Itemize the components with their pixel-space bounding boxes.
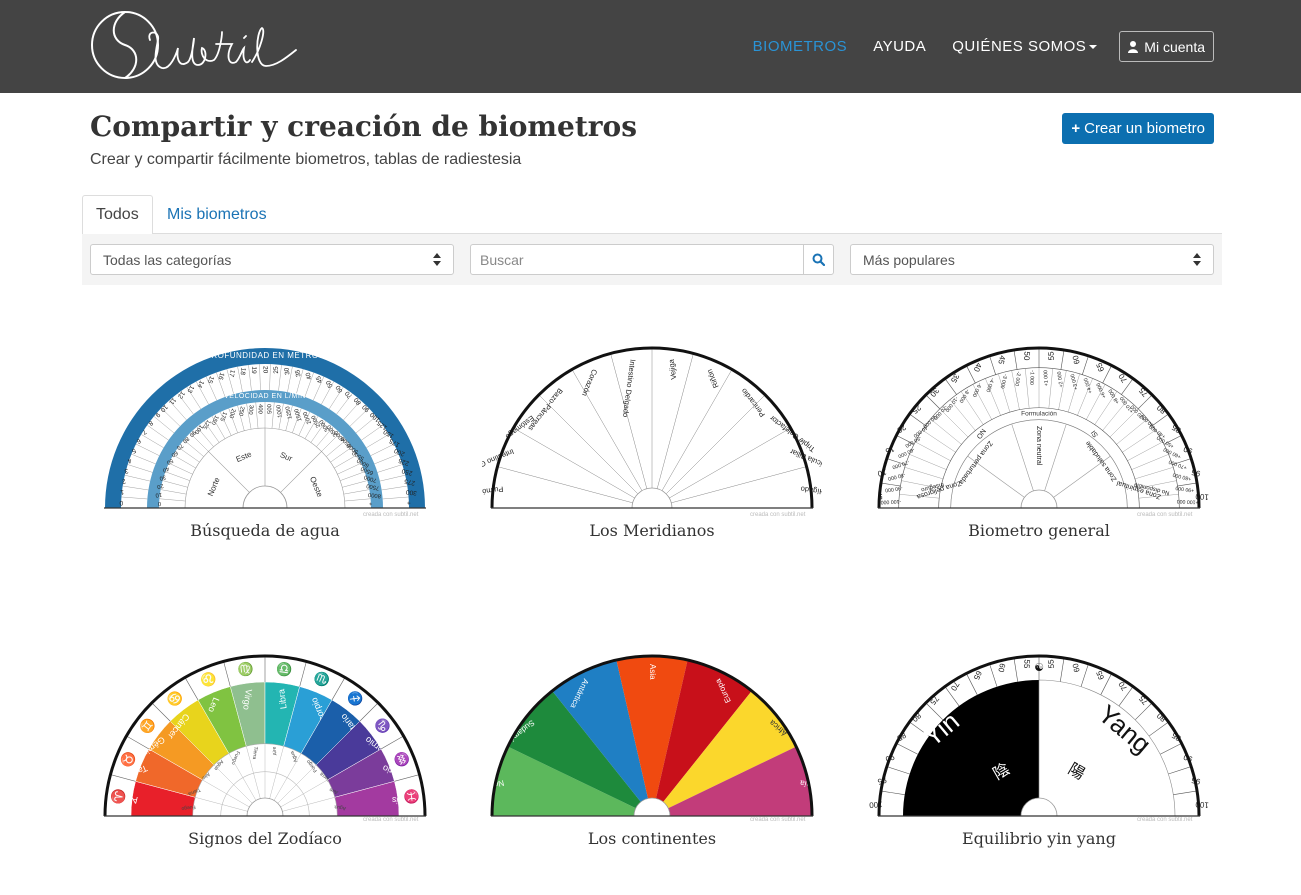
- card-title: Equilibrio yin yang: [962, 829, 1116, 848]
- outer-number: 50: [1022, 351, 1032, 361]
- depth-tick-label: 0: [119, 499, 123, 506]
- speed-tick-label: 0: [158, 500, 161, 506]
- nav-link-biometros[interactable]: Biometros: [753, 38, 848, 55]
- tab-mis-biometros[interactable]: Mis biometros: [154, 195, 280, 234]
- credit-label: creada con subtil.net: [750, 817, 806, 823]
- credit-label: creada con subtil.net: [363, 817, 419, 823]
- speed-tick-label: 10: [155, 491, 162, 498]
- logo[interactable]: [90, 10, 300, 82]
- depth-tick-label: 20: [261, 366, 268, 374]
- biometro-card-equilibrio-yin-yang[interactable]: 100 95 90 85 80 75 70 65 60 55 55 60 65 70 75 80 85 90 95 1…: [869, 648, 1209, 888]
- category-select-value: Todas las categorías: [103, 251, 232, 268]
- caret-down-icon: [1089, 45, 1098, 50]
- yin-yang-icon: ☯: [1034, 661, 1044, 674]
- zone-label: Zona neutral: [1035, 426, 1042, 466]
- depth-tick-label: 19: [250, 366, 258, 374]
- chart-los-meridianos: PulmónIntestino GruesoEstómagoBazo-Páncr…: [482, 346, 822, 509]
- biometro-card-los-continentes[interactable]: Norteamérica Sudamérica Antártica Asia Europ…: [482, 648, 822, 888]
- chart-equilibrio-yin-yang: 1009590858075706560 55 55 60657075808590951…: [869, 654, 1209, 817]
- continent-label: Asia: [648, 664, 657, 680]
- chart-los-continentes: NorteaméricaSudaméricaAntárticaAsiaEurop…: [482, 654, 822, 817]
- nav-links: Biometros Ayuda Quiénes somos Mi cuenta: [727, 31, 1214, 62]
- account-button[interactable]: Mi cuenta: [1119, 31, 1214, 62]
- chart-biometro-general: 51015202530354045 50 55 6065707580859095100…: [876, 346, 1209, 509]
- inner-number: -100 000: [880, 498, 901, 505]
- page-subtitle: Crear y compartir fácilmente biometros, …: [90, 151, 522, 168]
- credit-label: creada con subtil.net: [1137, 512, 1193, 518]
- inner-band-label: VELOCIDAD EN L/MIN: [224, 393, 306, 400]
- zodiac-element-label: Aire: [271, 746, 278, 756]
- zodiac-symbol-icon: ♎: [275, 661, 293, 678]
- select-arrows-icon: [1193, 253, 1201, 267]
- tab-bar: Todos Mis biometros: [82, 195, 1222, 235]
- nav-link-quienes-somos[interactable]: Quiénes somos: [952, 38, 1098, 55]
- card-title: Búsqueda de agua: [190, 521, 340, 540]
- biometro-card-biometro-general[interactable]: 5 10 15 20 25 30 35 40 45 50 55 60 65 70 75 80 85 90 95 100…: [869, 340, 1209, 580]
- depth-tick-label: 18: [238, 367, 246, 376]
- chart-busqueda-de-agua: 01234567891011121314 15 16 17 18 19 20 25 30 35 40…: [104, 348, 426, 509]
- speed-tick-label: 400: [257, 404, 263, 414]
- search-input[interactable]: [470, 244, 804, 275]
- outer-band-label: PROFUNDIDAD EN METROS: [206, 351, 325, 360]
- scale-number: 55: [1022, 659, 1032, 669]
- zodiac-symbol-icon: ♓: [403, 788, 420, 806]
- credit-label: creada con subtil.net: [1137, 817, 1193, 823]
- create-biometro-button[interactable]: + Crear un biometro: [1062, 113, 1214, 144]
- nav-link-ayuda[interactable]: Ayuda: [873, 38, 926, 55]
- tab-todos[interactable]: Todos: [82, 195, 153, 235]
- chart-signos-del-zodiaco: Aries♈FuegoTauro♉TierraGéminis♊AireCánce…: [103, 654, 427, 817]
- search-group: [470, 244, 834, 275]
- zodiac-symbol-icon: ♈: [110, 788, 127, 806]
- user-icon: [1128, 40, 1139, 53]
- navbar: Biometros Ayuda Quiénes somos Mi cuenta: [0, 0, 1301, 93]
- plus-icon: +: [1071, 120, 1081, 137]
- zodiac-symbol-icon: ♍: [237, 661, 255, 678]
- create-biometro-label: Crear un biometro: [1084, 120, 1205, 137]
- card-title: Los continentes: [587, 829, 717, 848]
- select-arrows-icon: [433, 253, 441, 267]
- logo-mark: [91, 11, 297, 79]
- credit-label: creada con subtil.net: [363, 512, 419, 518]
- category-select[interactable]: Todas las categorías: [90, 244, 454, 275]
- yang-half: [1038, 679, 1176, 817]
- outer-number: 55: [1046, 351, 1056, 361]
- card-title: Biometro general: [968, 521, 1110, 540]
- search-button[interactable]: [803, 244, 834, 275]
- depth-tick-label: 30: [283, 367, 291, 376]
- inner-number: -1 000: [1028, 370, 1035, 385]
- depth-tick-label: 300: [405, 488, 417, 496]
- page-title: Compartir y creación de biometros: [90, 110, 637, 143]
- yin-half: [903, 680, 1039, 816]
- credit-label: creada con subtil.net: [750, 512, 806, 518]
- search-icon: [812, 253, 825, 266]
- sort-select-value: Más populares: [863, 251, 955, 268]
- inner-number: +1 000: [1043, 370, 1050, 386]
- sort-select[interactable]: Más populares: [850, 244, 1214, 275]
- depth-tick-label: 25: [273, 366, 281, 374]
- inner-number: +100 000: [1177, 498, 1199, 505]
- scale-number: 55: [1046, 659, 1056, 669]
- depth-tick-label: +: [407, 499, 411, 506]
- biometro-card-signos-del-zodiaco[interactable]: Aries ♈ Fuego Tauro ♉ Tierra Géminis ♊ Aire Cánce…: [95, 648, 435, 888]
- account-label: Mi cuenta: [1144, 38, 1205, 55]
- speed-tick-label: 500: [267, 404, 273, 414]
- band-label: Formulación: [1021, 411, 1057, 418]
- card-title: Los Meridianos: [589, 521, 715, 540]
- nav-link-quienes-somos-label: Quiénes somos: [952, 38, 1087, 55]
- biometro-card-los-meridianos[interactable]: Pulmón Intestino Grueso Estómago Bazo-Páncr…: [482, 340, 822, 580]
- filter-bar: Todas las categorías Más populares: [82, 234, 1222, 285]
- biometro-card-busqueda-de-agua[interactable]: 0 1 2 3 4 5 6 7 8 9 10 11 12 13 14 15 16 17 18 19 20 25 30 35 40…: [95, 340, 435, 580]
- scale-number: 100: [1195, 800, 1209, 810]
- card-title: Signos del Zodíaco: [188, 829, 342, 848]
